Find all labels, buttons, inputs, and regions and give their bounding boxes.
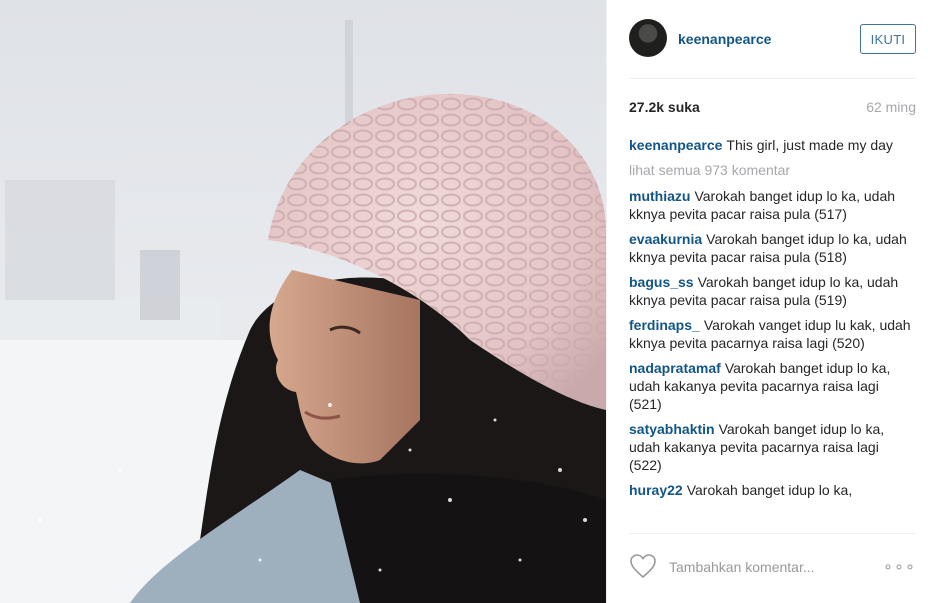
comment-item: muthiazu Varokah banget idup lo ka, udah …	[629, 187, 911, 223]
heart-icon[interactable]	[629, 553, 657, 579]
header-divider	[629, 78, 916, 79]
comment-username[interactable]: huray22	[629, 482, 683, 498]
comment-username[interactable]: bagus_ss	[629, 274, 694, 290]
post-time[interactable]: 62 ming	[866, 99, 916, 115]
more-options-icon[interactable]: ∘∘∘	[883, 557, 916, 577]
likes-count[interactable]: 27.2k suka	[629, 99, 700, 115]
post-photo[interactable]	[0, 0, 606, 603]
photo-image	[0, 0, 606, 603]
post-username[interactable]: keenanpearce	[678, 31, 771, 47]
view-all-comments-link[interactable]: lihat semua 973 komentar	[629, 161, 911, 179]
add-comment-input[interactable]: Tambahkan komentar...	[669, 559, 815, 575]
comment-item: huray22 Varokah banget idup lo ka,	[629, 481, 911, 499]
caption-username[interactable]: keenanpearce	[629, 137, 722, 153]
footer-divider	[629, 533, 916, 534]
comments-list[interactable]: keenanpearce This girl, just made my day …	[629, 136, 911, 532]
comment-item: evaakurnia Varokah banget idup lo ka, uda…	[629, 230, 911, 266]
comment-item: satyabhaktin Varokah banget idup lo ka, u…	[629, 420, 911, 474]
post-details-panel: keenanpearce IKUTI 27.2k suka 62 ming ke…	[606, 0, 928, 603]
caption-text: This girl, just made my day	[726, 137, 893, 153]
comment-bar: Tambahkan komentar... ∘∘∘	[629, 548, 916, 588]
comment-item: nadapratamaf Varokah banget idup lo ka, u…	[629, 359, 911, 413]
comment-item: bagus_ss Varokah banget idup lo ka, udah …	[629, 273, 911, 309]
comment-item: ferdinaps_ Varokah vanget idup lu kak, ud…	[629, 316, 911, 352]
comment-username[interactable]: nadapratamaf	[629, 360, 721, 376]
comment-username[interactable]: satyabhaktin	[629, 421, 715, 437]
comment-username[interactable]: ferdinaps_	[629, 317, 700, 333]
comment-username[interactable]: muthiazu	[629, 188, 690, 204]
comment-username[interactable]: evaakurnia	[629, 231, 702, 247]
comment-text: Varokah banget idup lo ka,	[686, 482, 853, 498]
profile-avatar[interactable]	[629, 19, 667, 57]
caption: keenanpearce This girl, just made my day	[629, 136, 911, 154]
follow-button[interactable]: IKUTI	[860, 24, 916, 54]
post-header: keenanpearce IKUTI	[629, 18, 916, 60]
